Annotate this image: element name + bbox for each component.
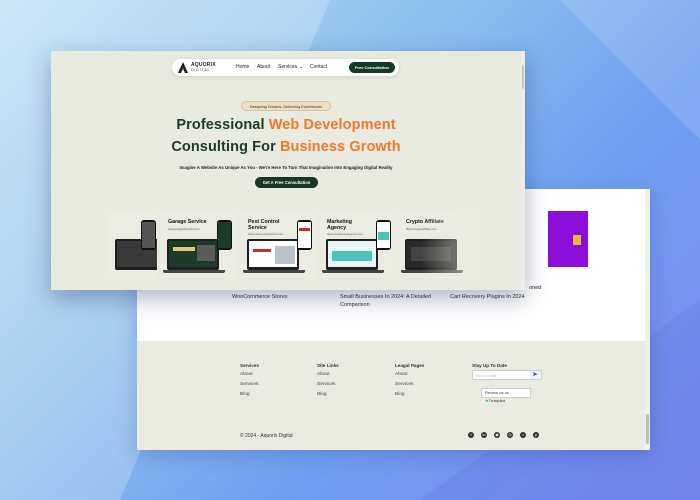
card-title: Crypto Affiliate (406, 219, 444, 225)
twitter-icon[interactable]: t (520, 432, 526, 438)
card-title: Garage Service (168, 219, 207, 225)
linkedin-icon[interactable]: in (481, 432, 487, 438)
footer-link[interactable]: Services (317, 382, 335, 387)
phone-mockup (297, 220, 312, 250)
footer-link[interactable]: Services (395, 382, 413, 387)
card-url: https://www.pestcontrol.com (248, 232, 283, 236)
logo-icon (178, 62, 188, 73)
send-icon[interactable]: ➤ (529, 371, 541, 379)
laptop-mockup (326, 239, 378, 270)
trustpilot-badge[interactable]: Review us on ★Trustpilot (481, 388, 531, 403)
post-title[interactable]: Cart Recovery Plugins In 2024 (450, 293, 525, 301)
get-consultation-button[interactable]: Get A Free Consultation (255, 177, 318, 188)
tagline-badge: Designing Dreams, Delivering Experiences (241, 101, 331, 111)
hero-title-line1: Professional Web Development (51, 117, 521, 133)
chevron-down-icon[interactable]: ⌄ (299, 64, 303, 70)
portfolio-card-partial[interactable] (109, 212, 157, 278)
footer-heading: Site Links (317, 363, 339, 368)
newsletter-heading: Stay Up To Date (472, 363, 507, 368)
logo-subtitle: DIGITAL (191, 68, 211, 72)
scrollbar[interactable] (521, 51, 525, 290)
hero-subtitle: Imagine A Website As Unique As You - We'… (179, 165, 393, 170)
instagram-icon[interactable]: ◎ (507, 432, 513, 438)
navbar: AQUORIX DIGITAL Home About Services ⌄ Co… (172, 59, 399, 76)
post-title[interactable]: Small Businesses In 2024: A Detailed Com… (340, 293, 440, 309)
site-footer: Services About Services Blog Site Links … (137, 341, 645, 450)
title-accent: Business Growth (279, 139, 401, 155)
portfolio-card[interactable]: Marketing Agency https://marketingagency… (320, 212, 396, 278)
portfolio-card[interactable]: Crypto Affiliate https://cryptoaffiliate… (399, 212, 475, 278)
footer-link[interactable]: About (317, 372, 330, 377)
pinterest-icon[interactable]: p (533, 432, 539, 438)
portfolio-card[interactable]: Pest Control Service https://www.pestcon… (241, 212, 317, 278)
nav-home[interactable]: Home (236, 64, 249, 70)
footer-link[interactable]: Blog (317, 392, 327, 397)
scrollbar[interactable] (645, 189, 650, 450)
laptop-mockup (167, 239, 219, 270)
footer-link[interactable]: Blog (240, 392, 250, 397)
trustpilot-label: Review us on (485, 390, 510, 395)
featured-image (548, 211, 588, 267)
laptop-mockup (405, 239, 457, 270)
front-browser-window: AQUORIX DIGITAL Home About Services ⌄ Co… (51, 51, 525, 290)
whatsapp-icon[interactable]: ◉ (494, 432, 500, 438)
nav-about[interactable]: About (257, 64, 270, 70)
title-text: Professional (176, 117, 269, 133)
card-url: https://marketingagency.com (327, 232, 363, 236)
email-placeholder: Your e-mail (476, 373, 497, 378)
post-title[interactable]: oned (529, 284, 541, 292)
footer-link[interactable]: About (240, 372, 253, 377)
hero-title-line2: Consulting For Business Growth (51, 139, 521, 155)
newsletter-email-input[interactable]: Your e-mail ➤ (472, 370, 542, 380)
card-url: https://cryptoaffiliate.com (406, 227, 437, 231)
copyright-text: © 2024 - Aquorix Digital (240, 433, 293, 439)
title-text: Consulting For (171, 139, 280, 155)
card-title: Marketing Agency (327, 219, 353, 231)
footer-link[interactable]: Services (240, 382, 258, 387)
nav-contact[interactable]: Contact (310, 64, 327, 70)
phone-mockup (217, 220, 232, 250)
footer-link[interactable]: Blog (395, 392, 405, 397)
phone-mockup (141, 220, 156, 250)
footer-heading: Leagal Pages (395, 363, 425, 368)
portfolio-card[interactable]: Garage Service www.garagesbrands.com (161, 212, 237, 278)
footer-link[interactable]: About (395, 372, 408, 377)
trustpilot-brand: Trustpilot (488, 398, 505, 403)
footer-heading: Services (240, 363, 259, 368)
card-title: Pest Control Service (248, 219, 280, 231)
post-title[interactable]: WooCommerce Stores (232, 293, 288, 301)
card-url: www.garagesbrands.com (168, 227, 200, 231)
laptop-mockup (247, 239, 299, 270)
facebook-icon[interactable]: f (468, 432, 474, 438)
nav-services[interactable]: Services (278, 64, 297, 70)
phone-mockup (376, 220, 391, 250)
title-accent: Web Development (268, 117, 396, 133)
free-consultation-button[interactable]: Free Consultation (349, 62, 395, 73)
